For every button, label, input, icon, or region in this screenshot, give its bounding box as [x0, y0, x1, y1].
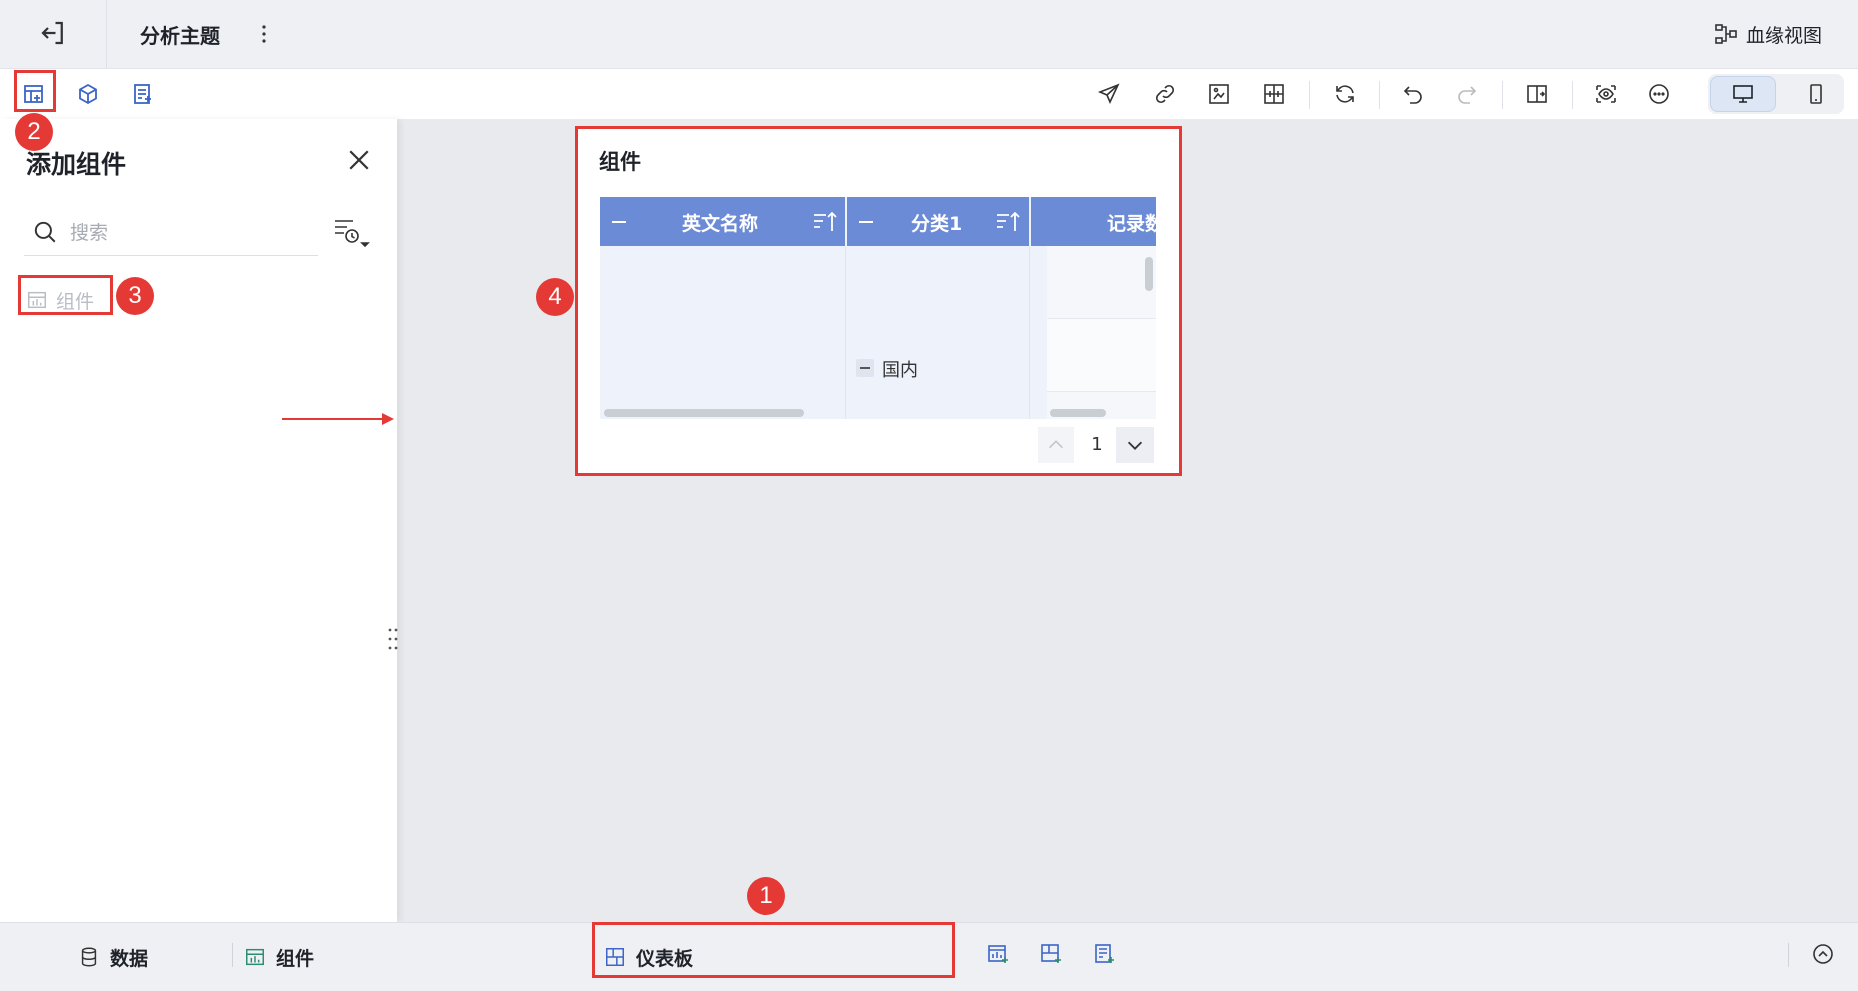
tab-component[interactable]: 组件 — [244, 941, 314, 973]
search-box — [24, 211, 318, 256]
add-chart-icon — [988, 945, 1008, 963]
panel-toggle-button[interactable] — [1522, 79, 1552, 109]
resize-handle-icon[interactable] — [386, 627, 400, 651]
redo-button[interactable] — [1452, 79, 1482, 109]
undo-button[interactable] — [1398, 79, 1428, 109]
toolbar-divider — [1572, 81, 1573, 109]
database-icon — [81, 947, 97, 967]
toolbar-divider — [1309, 81, 1310, 109]
device-switcher — [1708, 74, 1844, 114]
arrow-annotation — [282, 413, 394, 425]
toolbar-divider — [1502, 81, 1503, 109]
add-chart-button[interactable] — [983, 939, 1013, 969]
add-dataset-button[interactable] — [73, 79, 103, 109]
annotation-box — [575, 126, 1182, 476]
desktop-view-button[interactable] — [1710, 76, 1776, 112]
filter-history-button[interactable] — [332, 215, 372, 251]
preview-button[interactable] — [1591, 79, 1621, 109]
filter-history-icon — [335, 220, 370, 248]
lineage-icon — [1715, 24, 1737, 44]
tab-data-label: 数据 — [110, 947, 149, 970]
add-text-button[interactable] — [128, 79, 158, 109]
add-dashboard-icon — [1041, 944, 1061, 963]
send-button[interactable] — [1094, 79, 1124, 109]
annotation-box — [592, 922, 955, 978]
table-chart-icon — [246, 948, 264, 966]
image-edit-button[interactable] — [1204, 79, 1234, 109]
lineage-view-button[interactable]: 血缘视图 — [1714, 18, 1822, 50]
add-report-button[interactable] — [1089, 939, 1119, 969]
image-edit-icon — [1209, 84, 1229, 104]
refresh-icon — [1336, 85, 1354, 103]
more-button[interactable] — [1644, 79, 1674, 109]
tab-component-label: 组件 — [276, 947, 315, 970]
footer-divider — [232, 943, 233, 967]
annotation-box — [14, 70, 56, 112]
footer-divider — [1788, 943, 1789, 967]
add-dashboard-button[interactable] — [1036, 939, 1066, 969]
redo-icon — [1458, 86, 1477, 104]
mobile-view-button[interactable] — [1794, 76, 1838, 112]
layout-button[interactable] — [1259, 79, 1289, 109]
collapse-panel-button[interactable] — [1808, 939, 1838, 969]
panel-toggle-icon — [1527, 85, 1547, 103]
search-icon — [32, 219, 58, 245]
send-icon — [1097, 83, 1120, 104]
cube-add-icon — [79, 83, 97, 105]
more-horizontal-icon — [1649, 84, 1669, 104]
annotation-badge: 1 — [747, 877, 785, 915]
exit-icon[interactable] — [38, 18, 70, 50]
mobile-icon — [1810, 84, 1822, 104]
more-vertical-icon[interactable] — [258, 20, 270, 48]
annotation-badge: 4 — [536, 278, 574, 316]
annotation-badge: 2 — [15, 113, 53, 151]
desktop-icon — [1733, 85, 1753, 103]
close-icon[interactable] — [344, 145, 374, 175]
page-title: 分析主题 — [140, 24, 220, 48]
document-add-icon — [134, 84, 151, 104]
top-bar: 分析主题 血缘视图 — [0, 0, 1858, 69]
link-button[interactable] — [1150, 79, 1180, 109]
eye-icon — [1596, 85, 1616, 103]
add-component-panel: 添加组件 组件 — [0, 119, 400, 922]
panel-title: 添加组件 — [26, 150, 127, 179]
lineage-view-label: 血缘视图 — [1745, 24, 1822, 47]
tab-data[interactable]: 数据 — [78, 941, 148, 973]
header-divider — [106, 0, 107, 68]
layout-grid-icon — [1264, 84, 1284, 104]
annotation-badge: 3 — [116, 277, 154, 315]
link-icon — [1155, 84, 1175, 104]
undo-icon — [1403, 86, 1422, 104]
add-report-icon — [1095, 944, 1114, 963]
toolbar-divider — [1379, 81, 1380, 109]
search-input[interactable] — [68, 215, 312, 251]
annotation-box — [18, 275, 113, 315]
refresh-button[interactable] — [1330, 79, 1360, 109]
chevron-up-circle-icon — [1813, 944, 1833, 964]
toolbar — [0, 69, 1858, 119]
